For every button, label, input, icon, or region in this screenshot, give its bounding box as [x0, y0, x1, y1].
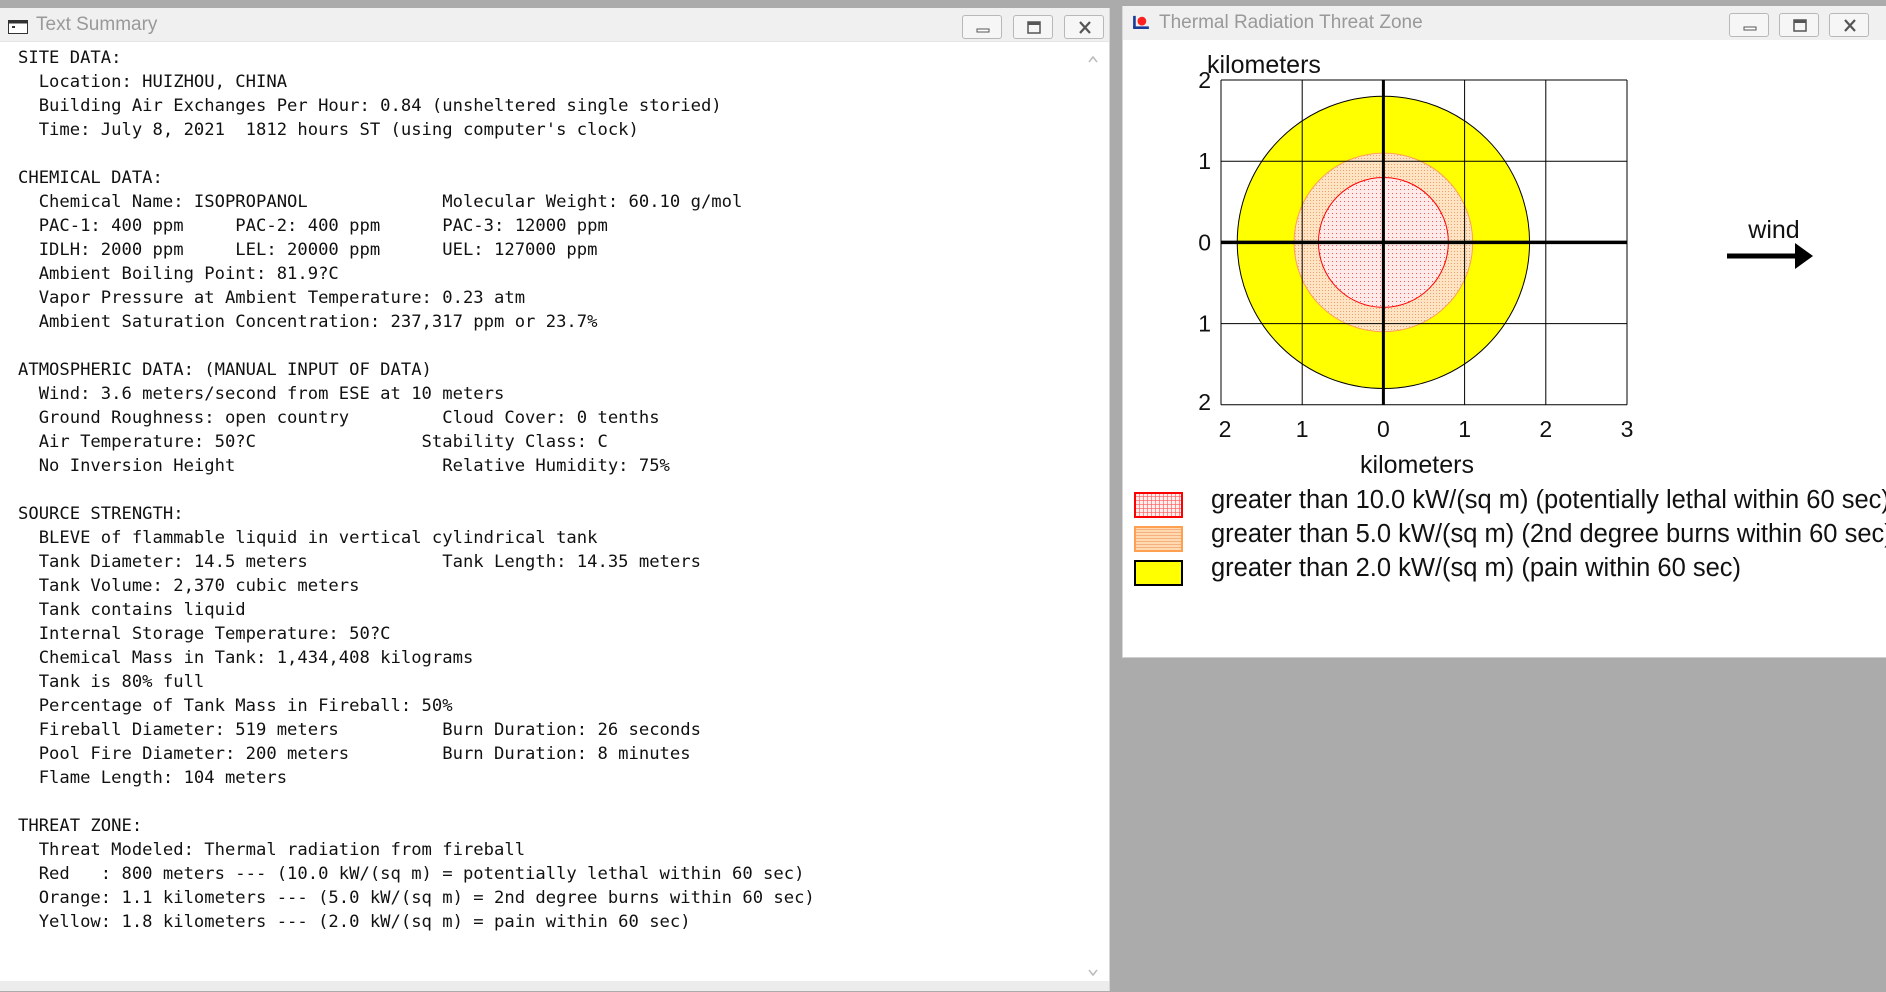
window-app-icon — [8, 20, 28, 34]
summary-line: ATMOSPHERIC DATA: (MANUAL INPUT OF DATA) — [18, 360, 432, 380]
legend-label: greater than 5.0 kW/(sq m) (2nd degree b… — [1211, 520, 1886, 548]
summary-line: Tank contains liquid — [18, 600, 246, 620]
threat-zone-titlebar[interactable]: Thermal Radiation Threat Zone — [1123, 6, 1886, 40]
summary-line: Yellow: 1.8 kilometers --- (2.0 kW/(sq m… — [18, 912, 691, 932]
x-tick-label: 0 — [1377, 416, 1390, 442]
x-axis-label: kilometers — [1360, 451, 1474, 479]
summary-line — [18, 142, 1083, 166]
summary-line: Red : 800 meters --- (10.0 kW/(sq m) = p… — [18, 864, 805, 884]
summary-line: Tank Diameter: 14.5 meters Tank Length: … — [18, 552, 701, 572]
summary-line: Threat Modeled: Thermal radiation from f… — [18, 840, 526, 860]
summary-line: Ambient Saturation Concentration: 237,31… — [18, 312, 598, 332]
summary-line: SITE DATA: — [18, 48, 122, 68]
summary-line — [18, 790, 1083, 814]
summary-line: Ground Roughness: open country Cloud Cov… — [18, 408, 660, 428]
maximize-button[interactable] — [1013, 15, 1053, 39]
threat-app-icon — [1133, 15, 1149, 29]
summary-line: Time: July 8, 2021 1812 hours ST (using … — [18, 120, 639, 140]
threat-zone-window: Thermal Radiation Threat Zone 2 1 0 1 2 3 2 1 0 1… — [1122, 6, 1886, 658]
x-tick-label: 1 — [1296, 416, 1309, 442]
legend-label: greater than 2.0 kW/(sq m) (pain within … — [1211, 554, 1742, 582]
x-tick-label: 2 — [1539, 416, 1552, 442]
summary-line: Percentage of Tank Mass in Fireball: 50% — [18, 696, 453, 716]
close-icon — [1844, 19, 1856, 32]
summary-line: SOURCE STRENGTH: — [18, 504, 184, 524]
summary-line: Wind: 3.6 meters/second from ESE at 10 m… — [18, 384, 505, 404]
legend-label: greater than 10.0 kW/(sq m) (potentially… — [1211, 486, 1886, 514]
y-tick-label: 0 — [1198, 229, 1211, 255]
summary-line: Ambient Boiling Point: 81.9?C — [18, 264, 339, 284]
summary-line — [18, 478, 1083, 502]
close-button[interactable] — [1829, 13, 1869, 37]
summary-line: Tank is 80% full — [18, 672, 205, 692]
legend-swatch — [1134, 560, 1183, 586]
summary-line: BLEVE of flammable liquid in vertical cy… — [18, 528, 598, 548]
close-button[interactable] — [1064, 15, 1104, 39]
wind-label: wind — [1747, 216, 1799, 244]
summary-line: Building Air Exchanges Per Hour: 0.84 (u… — [18, 96, 722, 116]
summary-line: Internal Storage Temperature: 50?C — [18, 624, 391, 644]
summary-line: Chemical Mass in Tank: 1,434,408 kilogra… — [18, 648, 474, 668]
threat-zone-plot: 2 1 0 1 2 321012 kilometers kilometers wind — [1198, 51, 1813, 479]
summary-line: CHEMICAL DATA: — [18, 168, 163, 188]
text-summary-window: Text Summary SITE DATA: Location: HUIZHO… — [0, 8, 1110, 991]
x-tick-label: 3 — [1621, 416, 1634, 442]
summary-text-area[interactable]: SITE DATA: Location: HUIZHOU, CHINA Buil… — [18, 46, 1083, 934]
maximize-icon — [1793, 19, 1807, 32]
close-icon — [1079, 21, 1091, 34]
summary-line: PAC-1: 400 ppm PAC-2: 400 ppm PAC-3: 120… — [18, 216, 608, 236]
wind-arrow-icon — [1727, 243, 1813, 269]
window-title: Thermal Radiation Threat Zone — [1159, 12, 1423, 33]
summary-line — [18, 334, 1083, 358]
minimize-button[interactable] — [962, 15, 1002, 39]
x-tick-label: 2 — [1219, 416, 1232, 442]
window-title: Text Summary — [36, 14, 158, 35]
y-tick-label: 1 — [1198, 311, 1211, 337]
minimize-button[interactable] — [1729, 13, 1769, 37]
summary-line: Pool Fire Diameter: 200 meters Burn Dura… — [18, 744, 691, 764]
summary-line: Fireball Diameter: 519 meters Burn Durat… — [18, 720, 701, 740]
summary-line: Air Temperature: 50?C Stability Class: C — [18, 432, 608, 452]
legend-swatch — [1134, 492, 1183, 518]
summary-line: Flame Length: 104 meters — [18, 768, 288, 788]
minimize-icon — [1743, 26, 1757, 31]
x-tick-label: 1 — [1458, 416, 1471, 442]
maximize-button[interactable] — [1779, 13, 1819, 37]
summary-line: Tank Volume: 2,370 cubic meters — [18, 576, 360, 596]
scroll-arrows — [1088, 55, 1098, 977]
summary-line: No Inversion Height Relative Humidity: 7… — [18, 456, 670, 476]
y-axis-label: kilometers — [1207, 51, 1321, 79]
y-tick-label: 2 — [1198, 389, 1211, 415]
summary-line: THREAT ZONE: — [18, 816, 143, 836]
horizontal-scrollbar[interactable] — [0, 981, 1109, 991]
summary-line: Orange: 1.1 kilometers --- (5.0 kW/(sq m… — [18, 888, 815, 908]
legend-swatch — [1134, 526, 1183, 552]
summary-line: Vapor Pressure at Ambient Temperature: 0… — [18, 288, 526, 308]
maximize-icon — [1027, 21, 1041, 34]
y-tick-label: 1 — [1198, 148, 1211, 174]
vertical-scrollbar[interactable] — [1083, 48, 1103, 988]
summary-line: Chemical Name: ISOPROPANOL Molecular Wei… — [18, 192, 743, 212]
text-summary-titlebar[interactable]: Text Summary — [0, 8, 1109, 42]
minimize-icon — [976, 28, 990, 33]
summary-line: Location: HUIZHOU, CHINA — [18, 72, 288, 92]
summary-line: IDLH: 2000 ppm LEL: 20000 ppm UEL: 12700… — [18, 240, 598, 260]
